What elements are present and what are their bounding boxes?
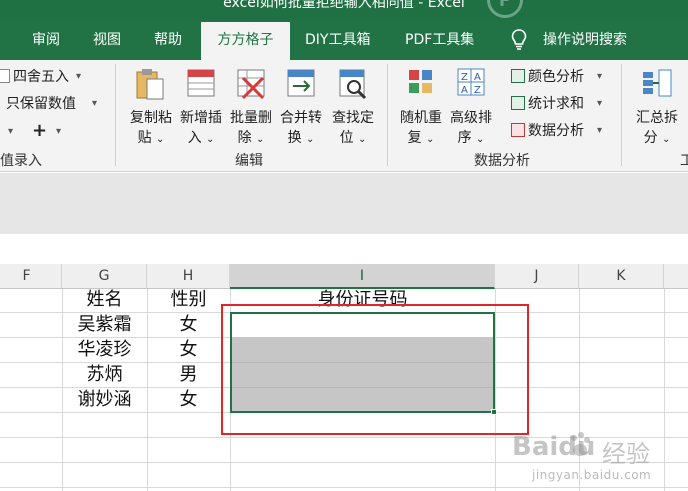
summary-split-button[interactable]: 汇总拆分 ⌄ [632, 64, 682, 146]
clipboard-icon [136, 69, 164, 100]
formula-bar-area [0, 173, 688, 234]
random-repeat-button[interactable]: 随机重复 ⌄ [396, 64, 446, 146]
merge-convert-button[interactable]: 合并转换 ⌄ [276, 64, 326, 146]
title-bar: excel如何批量拒绝输入相同值 - Excel F [0, 0, 688, 20]
column-header-l[interactable] [664, 264, 688, 289]
chevron-down-icon[interactable]: ▾ [56, 126, 61, 137]
chevron-down-icon[interactable]: ▾ [8, 126, 13, 137]
tab-view[interactable]: 视图 [93, 20, 121, 60]
tell-me-search[interactable]: 操作说明搜索 [543, 20, 627, 60]
chevron-down-icon[interactable]: ▾ [597, 71, 602, 82]
tab-fangfang[interactable]: 方方格子 [201, 22, 290, 60]
tab-pdf-tools[interactable]: PDF工具集 [405, 20, 474, 60]
group-label-data-analysis: 数据分析 [474, 153, 530, 169]
svg-text:A: A [474, 72, 481, 83]
lightbulb-icon [511, 29, 527, 50]
cell-name[interactable]: 吴紫霜 [62, 313, 147, 337]
column-header-g[interactable]: G [62, 264, 147, 289]
svg-text:Z: Z [474, 85, 481, 96]
chevron-down-icon[interactable]: ▾ [597, 125, 602, 136]
advanced-sort-button[interactable]: Z A A Z 高级排序 ⌄ [446, 64, 496, 146]
cell-name[interactable]: 苏炳 [62, 363, 147, 387]
color-analysis-icon [511, 69, 525, 83]
column-header-f[interactable]: F [0, 264, 62, 289]
data-analysis-button[interactable]: 数据分析 [511, 120, 584, 140]
find-locate-button[interactable]: 查找定位 ⌄ [328, 64, 378, 146]
insert-rows-icon [187, 69, 215, 97]
column-header-j[interactable]: J [495, 264, 579, 289]
analysis-icon [511, 123, 525, 137]
stats-sum-button[interactable]: 统计求和 [511, 93, 584, 113]
group-label-edit: 编辑 [235, 153, 263, 169]
sort-az-icon: Z A A Z [457, 68, 485, 96]
merge-convert-icon [287, 69, 315, 97]
color-analysis-button[interactable]: 颜色分析 [511, 66, 584, 86]
round-button[interactable]: 四舍五入 [0, 66, 69, 86]
group-divider [115, 64, 116, 166]
keep-values-button[interactable]: 只保留数值 [6, 93, 76, 113]
svg-text:Z: Z [461, 72, 468, 83]
watermark-url: jingyan.baidu.com [532, 468, 652, 482]
add-button[interactable]: + [32, 120, 47, 141]
tab-review[interactable]: 审阅 [32, 20, 60, 60]
tab-partial-left[interactable]: I [0, 20, 4, 60]
sum-icon [511, 96, 525, 110]
svg-text:A: A [461, 85, 468, 96]
delete-grid-icon [237, 69, 265, 100]
baidu-watermark: Baidu 经验 jingyan.baidu.com [512, 428, 688, 491]
window-title: excel如何批量拒绝输入相同值 - Excel [223, 0, 465, 11]
random-icon [409, 70, 432, 93]
ribbon-tab-bar: I 审阅 视图 帮助 方方格子 DIY工具箱 PDF工具集 操作说明搜索 [0, 20, 688, 60]
paw-logo-icon [571, 432, 590, 456]
cell-name-header[interactable]: 姓名 [62, 288, 147, 312]
add-insert-button[interactable]: 新增插入 ⌄ [176, 64, 226, 146]
cell-gender[interactable]: 女 [147, 313, 230, 337]
group-divider [621, 64, 622, 166]
find-icon [339, 69, 367, 100]
round-icon [0, 69, 10, 83]
group-label-value-entry: 值录入 [0, 153, 42, 169]
column-header-h[interactable]: H [147, 264, 230, 289]
chevron-down-icon[interactable]: ▾ [92, 98, 97, 109]
tab-diy-toolbox[interactable]: DIY工具箱 [305, 20, 370, 60]
cell-gender[interactable]: 男 [147, 363, 230, 387]
chevron-down-icon[interactable]: ▾ [597, 98, 602, 109]
ribbon-panel: 四舍五入 ▾ 只保留数值 ▾ ▾ + ▾ 值录入 复制粘贴 ⌄ 新增插入 ⌄ 批… [0, 60, 688, 172]
group-label-partial: 工 [680, 153, 688, 169]
tab-help[interactable]: 帮助 [154, 20, 182, 60]
cell-gender[interactable]: 女 [147, 338, 230, 362]
cell-gender-header[interactable]: 性别 [147, 288, 230, 312]
copy-paste-button[interactable]: 复制粘贴 ⌄ [126, 64, 176, 146]
column-header-k[interactable]: K [579, 264, 664, 289]
group-divider [387, 64, 388, 166]
account-icon[interactable]: F [487, 0, 523, 18]
cell-name[interactable]: 华凌珍 [62, 338, 147, 362]
sheet-top-gap [0, 234, 688, 264]
summary-split-icon [643, 69, 672, 97]
cell-gender[interactable]: 女 [147, 388, 230, 412]
chevron-down-icon[interactable]: ▾ [76, 71, 81, 82]
column-header-i[interactable]: I [230, 264, 495, 289]
batch-delete-button[interactable]: 批量删除 ⌄ [226, 64, 276, 146]
cell-name[interactable]: 谢妙涵 [62, 388, 147, 412]
highlight-annotation-box [221, 304, 529, 435]
watermark-product: 经验 [602, 440, 650, 468]
